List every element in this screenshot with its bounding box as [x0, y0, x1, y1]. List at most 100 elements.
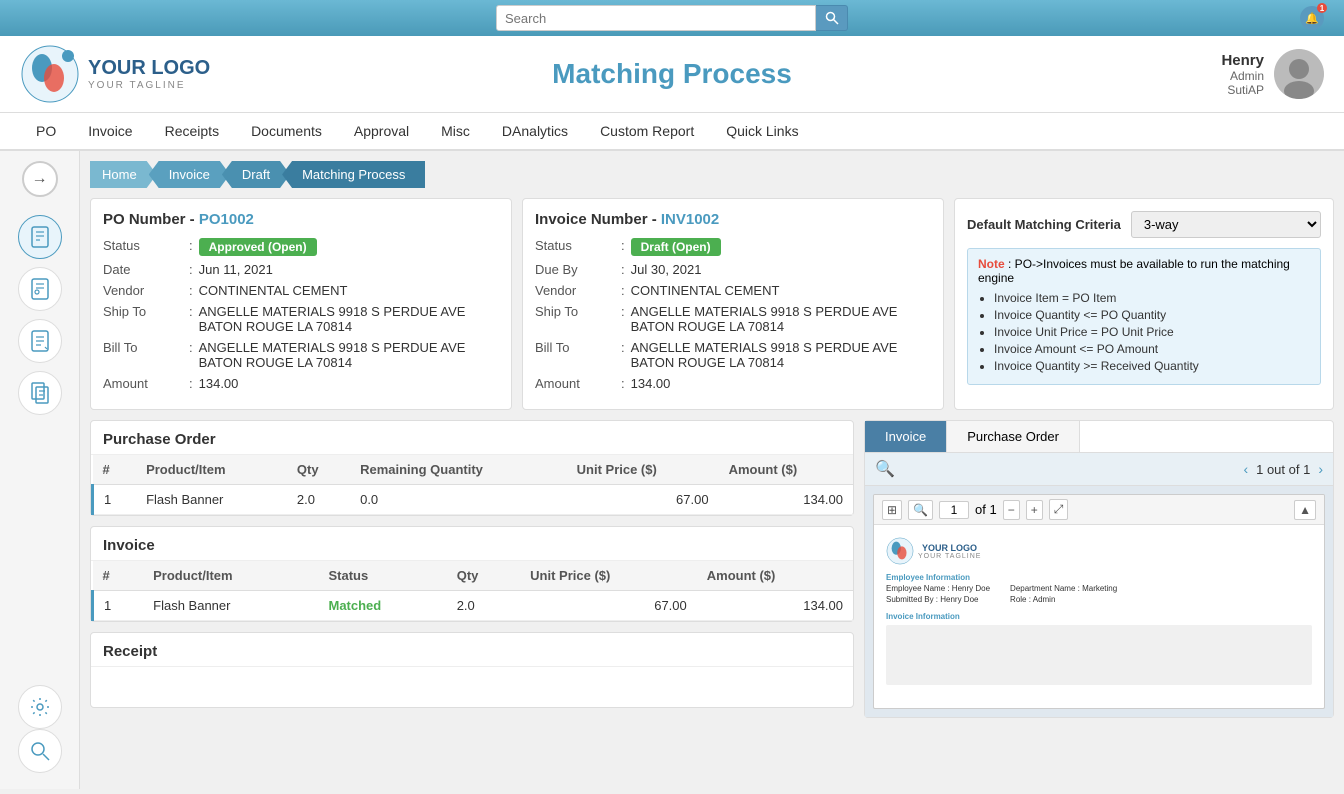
po-col-qty: Qty: [287, 455, 350, 485]
po-row-num: 1: [93, 485, 137, 515]
breadcrumb-invoice[interactable]: Invoice: [149, 161, 230, 188]
inv-col-unitprice: Unit Price ($): [520, 561, 697, 591]
notification-icon: 🔔: [1305, 12, 1319, 25]
criteria-rule-1: Invoice Item = PO Item: [994, 291, 1310, 305]
invoice-card: Invoice Number - INV1002 Status : Draft …: [522, 198, 944, 410]
nav-approval[interactable]: Approval: [338, 113, 425, 151]
inv-row-num: 1: [93, 591, 144, 621]
sidebar-icon-search[interactable]: [18, 729, 62, 773]
sidebar-icon-invoice[interactable]: [18, 267, 62, 311]
inv-dueby-label: Due By: [535, 262, 615, 277]
nav-bar: PO Invoice Receipts Documents Approval M…: [0, 113, 1344, 151]
po-billto-value: ANGELLE MATERIALS 9918 S PERDUE AVE BATO…: [199, 340, 499, 370]
po-row-unitprice: 67.00: [567, 485, 719, 515]
po-vendor-label: Vendor: [103, 283, 183, 298]
page-title: Matching Process: [552, 58, 792, 90]
po-table-row: 1 Flash Banner 2.0 0.0 67.00 134.00: [93, 485, 854, 515]
nav-custom-report[interactable]: Custom Report: [584, 113, 710, 151]
invoice-table-panel: Invoice # Product/Item Status Qty Unit P…: [90, 526, 854, 622]
po-col-remaining: Remaining Quantity: [350, 455, 567, 485]
inv-shipto-value: ANGELLE MATERIALS 9918 S PERDUE AVE BATO…: [631, 304, 931, 334]
inv-row-unitprice: 67.00: [520, 591, 697, 621]
sidebar-icon-po[interactable]: [18, 215, 62, 259]
user-name: Henry: [1221, 52, 1264, 69]
inv-shipto-row: Ship To : ANGELLE MATERIALS 9918 S PERDU…: [535, 304, 931, 334]
back-button[interactable]: →: [22, 161, 58, 197]
criteria-rule-2: Invoice Quantity <= PO Quantity: [994, 308, 1310, 322]
sidebar-icon-docs[interactable]: [18, 371, 62, 415]
inv-row-amount: 134.00: [697, 591, 853, 621]
prev-page-arrow[interactable]: ‹: [1243, 461, 1248, 477]
bottom-row: Purchase Order # Product/Item Qty Remain…: [90, 420, 1334, 718]
search-input[interactable]: [496, 5, 816, 31]
doc-scroll-up-btn[interactable]: ▲: [1294, 500, 1316, 520]
inv-dueby-value: Jul 30, 2021: [631, 262, 702, 277]
cards-row: PO Number - PO1002 Status : Approved (Op…: [90, 198, 1334, 410]
receipt-title: Receipt: [91, 633, 853, 667]
main-content: Home Invoice Draft Matching Process PO N…: [80, 151, 1344, 789]
doc-layout-btn[interactable]: ⊞: [882, 500, 902, 520]
inv-status-label: Status: [535, 238, 615, 256]
nav-danalytics[interactable]: DAnalytics: [486, 113, 584, 151]
search-button[interactable]: [816, 5, 848, 31]
zoom-icon[interactable]: 🔍: [875, 459, 895, 479]
sidebar-icon-settings[interactable]: [18, 685, 62, 729]
po-billto-label: Bill To: [103, 340, 183, 370]
breadcrumb-matching[interactable]: Matching Process: [282, 161, 425, 188]
inv-col-amount: Amount ($): [697, 561, 853, 591]
receipt-panel: Receipt: [90, 632, 854, 708]
po-status-label: Status: [103, 238, 183, 256]
logo-main-text: YOUR LOGO: [88, 57, 210, 80]
po-vendor-row: Vendor : CONTINENTAL CEMENT: [103, 283, 499, 298]
po-row-amount: 134.00: [719, 485, 853, 515]
nav-documents[interactable]: Documents: [235, 113, 338, 151]
doc-page-input[interactable]: [939, 501, 969, 519]
po-col-amount: Amount ($): [719, 455, 853, 485]
inv-row-status: Matched: [318, 591, 446, 621]
po-col-unitprice: Unit Price ($): [567, 455, 719, 485]
doc-zoom-btn[interactable]: 🔍: [908, 500, 933, 520]
nav-misc[interactable]: Misc: [425, 113, 486, 151]
doc-emp-name: Employee Name : Henry Doe: [886, 584, 990, 593]
criteria-header: Default Matching Criteria 3-way 2-way: [967, 211, 1321, 238]
next-page-arrow[interactable]: ›: [1318, 461, 1323, 477]
inv-status-badge: Draft (Open): [631, 238, 721, 256]
notification-badge[interactable]: 🔔 1: [1300, 6, 1324, 30]
note-text: : PO->Invoices must be available to run …: [978, 257, 1290, 285]
preview-nav: 🔍 ‹ 1 out of 1 ›: [865, 453, 1333, 486]
doc-content: YOUR LOGO YOUR TAGLINE Employee Informat…: [874, 525, 1324, 697]
inv-status-row: Status : Draft (Open): [535, 238, 931, 256]
invoice-data-table: # Product/Item Status Qty Unit Price ($)…: [91, 561, 853, 621]
po-number: PO1002: [199, 211, 254, 228]
preview-panel: Invoice Purchase Order 🔍 ‹ 1 out of 1 › …: [864, 420, 1334, 718]
sidebar-icon-receipts[interactable]: [18, 319, 62, 363]
po-shipto-label: Ship To: [103, 304, 183, 334]
company-logo: [20, 44, 80, 104]
criteria-select[interactable]: 3-way 2-way: [1131, 211, 1321, 238]
inv-amount-row: Amount : 134.00: [535, 376, 931, 391]
po-amount-row: Amount : 134.00: [103, 376, 499, 391]
breadcrumb-draft[interactable]: Draft: [222, 161, 290, 188]
doc-expand-btn[interactable]: ⤢: [1049, 499, 1069, 520]
search-container: [496, 5, 848, 31]
po-row-remaining: 0.0: [350, 485, 567, 515]
user-role: Admin: [1221, 69, 1264, 83]
doc-toolbar: ⊞ 🔍 of 1 − + ⤢ ▲: [874, 495, 1324, 525]
doc-zoom-out-btn[interactable]: −: [1003, 500, 1020, 520]
inv-vendor-row: Vendor : CONTINENTAL CEMENT: [535, 283, 931, 298]
po-date-row: Date : Jun 11, 2021: [103, 262, 499, 277]
breadcrumb-home[interactable]: Home: [90, 161, 157, 188]
nav-invoice[interactable]: Invoice: [72, 113, 148, 151]
tab-invoice[interactable]: Invoice: [865, 421, 947, 452]
doc-zoom-in-btn[interactable]: +: [1026, 500, 1043, 520]
criteria-rule-5: Invoice Quantity >= Received Quantity: [994, 359, 1310, 373]
tab-purchase-order[interactable]: Purchase Order: [947, 421, 1080, 452]
po-amount-value: 134.00: [199, 376, 239, 391]
inv-amount-label: Amount: [535, 376, 615, 391]
po-table-panel: Purchase Order # Product/Item Qty Remain…: [90, 420, 854, 516]
nav-quick-links[interactable]: Quick Links: [710, 113, 814, 151]
nav-receipts[interactable]: Receipts: [149, 113, 235, 151]
nav-po[interactable]: PO: [20, 113, 72, 151]
doc-role: Role : Admin: [1010, 595, 1117, 604]
logo-area: YOUR LOGO YOUR TAGLINE: [20, 44, 210, 104]
